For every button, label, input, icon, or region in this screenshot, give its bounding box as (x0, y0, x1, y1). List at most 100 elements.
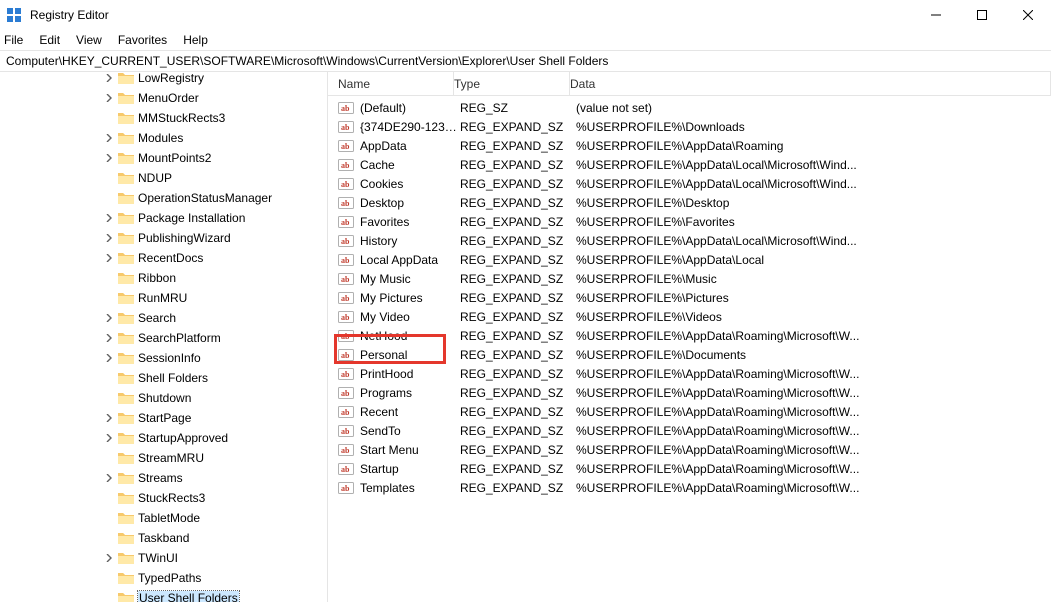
close-button[interactable] (1005, 0, 1051, 30)
tree-item[interactable]: Shell Folders (0, 368, 327, 388)
value-name: Programs (360, 386, 460, 400)
tree-item[interactable]: User Shell Folders (0, 588, 327, 602)
folder-icon (118, 351, 134, 365)
tree-item[interactable]: Package Installation (0, 208, 327, 228)
tree-item[interactable]: RecentDocs (0, 248, 327, 268)
value-row[interactable]: abDesktopREG_EXPAND_SZ%USERPROFILE%\Desk… (328, 193, 1051, 212)
value-row[interactable]: abNetHoodREG_EXPAND_SZ%USERPROFILE%\AppD… (328, 326, 1051, 345)
expander-icon[interactable] (102, 471, 116, 485)
value-row[interactable]: abStartupREG_EXPAND_SZ%USERPROFILE%\AppD… (328, 459, 1051, 478)
menu-help[interactable]: Help (183, 33, 208, 47)
string-value-icon: ab (338, 404, 354, 420)
value-data: %USERPROFILE%\AppData\Local\Microsoft\Wi… (576, 177, 1051, 191)
tree-item-label: MenuOrder (138, 91, 199, 105)
address-bar[interactable]: Computer\HKEY_CURRENT_USER\SOFTWARE\Micr… (0, 50, 1051, 72)
tree-item[interactable]: SessionInfo (0, 348, 327, 368)
tree-item-label: Shutdown (138, 391, 191, 405)
value-row[interactable]: abMy PicturesREG_EXPAND_SZ%USERPROFILE%\… (328, 288, 1051, 307)
tree-item-label: MountPoints2 (138, 151, 211, 165)
tree-item[interactable]: MenuOrder (0, 88, 327, 108)
expander-icon[interactable] (102, 91, 116, 105)
value-row[interactable]: abPersonalREG_EXPAND_SZ%USERPROFILE%\Doc… (328, 345, 1051, 364)
expander-icon[interactable] (102, 231, 116, 245)
value-row[interactable]: abCookiesREG_EXPAND_SZ%USERPROFILE%\AppD… (328, 174, 1051, 193)
menu-favorites[interactable]: Favorites (118, 33, 167, 47)
folder-icon (118, 411, 134, 425)
value-row[interactable]: abMy MusicREG_EXPAND_SZ%USERPROFILE%\Mus… (328, 269, 1051, 288)
value-row[interactable]: ab(Default)REG_SZ(value not set) (328, 98, 1051, 117)
tree-item-label: StartPage (138, 411, 191, 425)
tree-item-label: Package Installation (138, 211, 245, 225)
expander-icon[interactable] (102, 131, 116, 145)
value-row[interactable]: abHistoryREG_EXPAND_SZ%USERPROFILE%\AppD… (328, 231, 1051, 250)
tree-inner[interactable]: FolderTypesHideDesktopIconsLogonStatsLow… (0, 72, 327, 602)
tree-item[interactable]: StuckRects3 (0, 488, 327, 508)
svg-text:ab: ab (341, 142, 350, 151)
maximize-button[interactable] (959, 0, 1005, 30)
tree-item[interactable]: Search (0, 308, 327, 328)
expander-icon[interactable] (102, 151, 116, 165)
column-header-type[interactable]: Type (454, 72, 570, 95)
tree-item[interactable]: SearchPlatform (0, 328, 327, 348)
value-data: %USERPROFILE%\AppData\Roaming\Microsoft\… (576, 481, 1051, 495)
tree-item[interactable]: PublishingWizard (0, 228, 327, 248)
value-row[interactable]: abRecentREG_EXPAND_SZ%USERPROFILE%\AppDa… (328, 402, 1051, 421)
value-row[interactable]: abAppDataREG_EXPAND_SZ%USERPROFILE%\AppD… (328, 136, 1051, 155)
tree-item[interactable]: LowRegistry (0, 72, 327, 88)
menu-file[interactable]: File (4, 33, 23, 47)
tree-item[interactable]: Streams (0, 468, 327, 488)
value-name: Favorites (360, 215, 460, 229)
value-type: REG_EXPAND_SZ (460, 367, 576, 381)
tree-item[interactable]: OperationStatusManager (0, 188, 327, 208)
expander-icon[interactable] (102, 331, 116, 345)
expander-icon[interactable] (102, 411, 116, 425)
expander-icon[interactable] (102, 551, 116, 565)
column-header-name[interactable]: Name (328, 72, 454, 95)
tree-item[interactable]: Shutdown (0, 388, 327, 408)
tree-item[interactable]: TabletMode (0, 508, 327, 528)
column-header-data[interactable]: Data (570, 72, 1051, 95)
expander-icon[interactable] (102, 431, 116, 445)
tree-item[interactable]: StreamMRU (0, 448, 327, 468)
value-row[interactable]: ab{374DE290-123F...REG_EXPAND_SZ%USERPRO… (328, 117, 1051, 136)
expander-icon[interactable] (102, 211, 116, 225)
menu-edit[interactable]: Edit (39, 33, 60, 47)
menu-view[interactable]: View (76, 33, 102, 47)
expander-icon[interactable] (102, 72, 116, 85)
folder-icon (118, 291, 134, 305)
value-name: My Music (360, 272, 460, 286)
tree-item[interactable]: RunMRU (0, 288, 327, 308)
value-name: PrintHood (360, 367, 460, 381)
value-row[interactable]: abCacheREG_EXPAND_SZ%USERPROFILE%\AppDat… (328, 155, 1051, 174)
tree-item[interactable]: Ribbon (0, 268, 327, 288)
value-row[interactable]: abFavoritesREG_EXPAND_SZ%USERPROFILE%\Fa… (328, 212, 1051, 231)
tree-item[interactable]: TypedPaths (0, 568, 327, 588)
value-name: Local AppData (360, 253, 460, 267)
value-row[interactable]: abMy VideoREG_EXPAND_SZ%USERPROFILE%\Vid… (328, 307, 1051, 326)
tree-item[interactable]: Modules (0, 128, 327, 148)
expander-icon[interactable] (102, 251, 116, 265)
value-row[interactable]: abProgramsREG_EXPAND_SZ%USERPROFILE%\App… (328, 383, 1051, 402)
string-value-icon: ab (338, 176, 354, 192)
value-row[interactable]: abPrintHoodREG_EXPAND_SZ%USERPROFILE%\Ap… (328, 364, 1051, 383)
tree-item[interactable]: MountPoints2 (0, 148, 327, 168)
folder-icon (118, 91, 134, 105)
value-row[interactable]: abSendToREG_EXPAND_SZ%USERPROFILE%\AppDa… (328, 421, 1051, 440)
expander-icon[interactable] (102, 311, 116, 325)
value-row[interactable]: abStart MenuREG_EXPAND_SZ%USERPROFILE%\A… (328, 440, 1051, 459)
value-type: REG_EXPAND_SZ (460, 139, 576, 153)
tree-item[interactable]: NDUP (0, 168, 327, 188)
folder-icon (118, 591, 134, 602)
expander-icon[interactable] (102, 351, 116, 365)
tree-item[interactable]: StartPage (0, 408, 327, 428)
tree-item[interactable]: StartupApproved (0, 428, 327, 448)
value-row[interactable]: abTemplatesREG_EXPAND_SZ%USERPROFILE%\Ap… (328, 478, 1051, 497)
tree-item[interactable]: Taskband (0, 528, 327, 548)
tree-item[interactable]: TWinUI (0, 548, 327, 568)
tree-item-label: RunMRU (138, 291, 187, 305)
minimize-button[interactable] (913, 0, 959, 30)
value-name: Startup (360, 462, 460, 476)
tree-item[interactable]: MMStuckRects3 (0, 108, 327, 128)
folder-icon (118, 511, 134, 525)
value-row[interactable]: abLocal AppDataREG_EXPAND_SZ%USERPROFILE… (328, 250, 1051, 269)
